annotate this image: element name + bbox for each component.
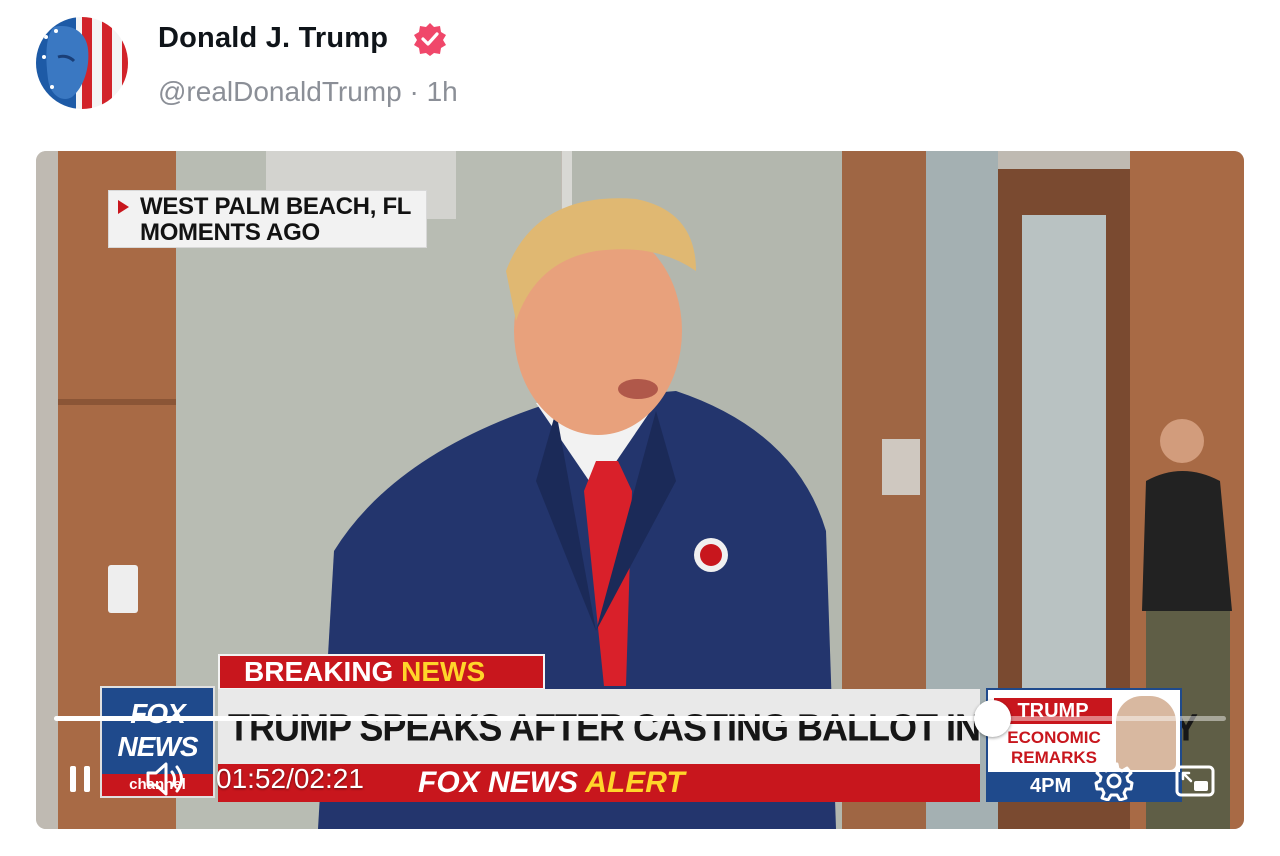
promo-time: 4PM [988,772,1180,800]
promo-line1: ECONOMIC [1007,728,1101,747]
verified-badge-icon [412,21,448,57]
pause-icon [84,766,90,792]
fox-logo-line1: FOX [130,698,186,729]
picture-in-picture-icon [1175,765,1215,797]
picture-in-picture-button[interactable] [1174,763,1216,799]
user-handle[interactable]: @realDonaldTrump [158,76,402,107]
location-text: WEST PALM BEACH, FL [140,193,412,220]
pause-icon [70,766,76,792]
duration: 02:21 [293,763,364,794]
alert-network: FOX NEWS [418,766,579,799]
gear-icon [1094,762,1134,802]
meta-separator: · [409,76,419,107]
pause-button[interactable] [60,756,100,804]
chyron-headline-bar: TRUMP SPEAKS AFTER CASTING BALLOT IN FL … [218,689,1198,764]
location-overlay: WEST PALM BEACH, FL MOMENTS AGO [108,190,427,248]
post-meta: @realDonaldTrump · 1h [158,76,458,108]
alert-word: ALERT [585,766,685,799]
news-word: NEWS [401,656,486,687]
progress-bar[interactable] [54,700,1226,737]
progress-handle[interactable] [973,700,1011,737]
avatar[interactable] [36,17,128,109]
play-arrow-icon [118,200,129,214]
economic-remarks-promo: TRUMP ECONOMIC REMARKS 4PM [986,688,1182,802]
volume-button[interactable] [144,759,188,799]
time-readout: 01:52/02:21 [216,763,364,795]
volume-icon [146,762,183,796]
moments-ago-text: MOMENTS AGO [140,219,320,246]
breaking-news-label: BREAKING NEWS [218,654,545,690]
time-divider: / [286,763,294,794]
promo-portrait [1116,696,1176,770]
breaking-word: BREAKING [244,656,394,687]
post-timestamp[interactable]: 1h [427,76,458,107]
display-name[interactable]: Donald J. Trump [158,22,388,55]
current-time: 01:52 [216,763,287,794]
video-player[interactable]: WEST PALM BEACH, FL MOMENTS AGO BREAKING… [36,151,1244,829]
settings-button[interactable] [1094,761,1134,802]
progress-fill [54,716,992,721]
